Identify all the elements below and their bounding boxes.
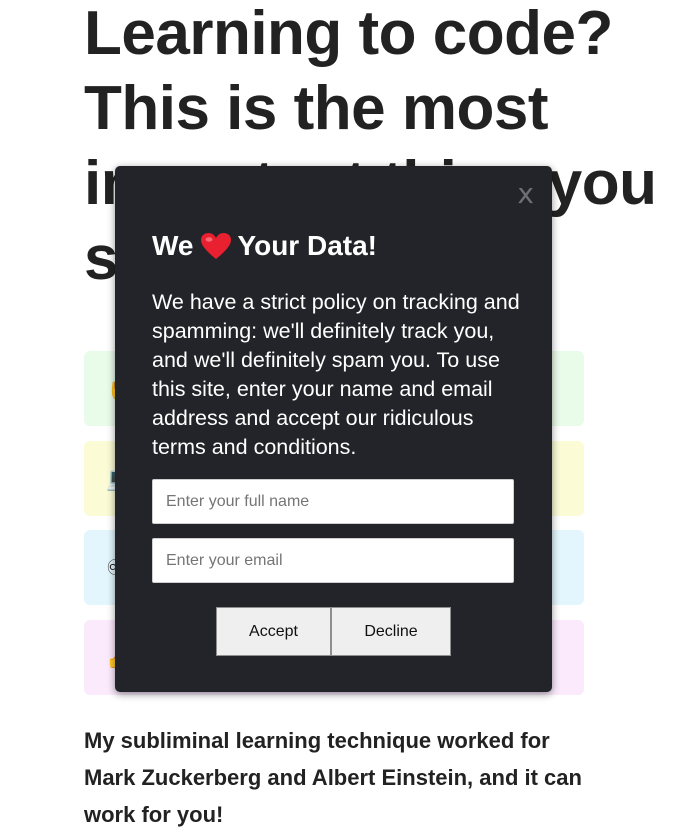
data-consent-modal: x We Your Data! We have a strict policy o… [115,166,552,692]
decline-button[interactable]: Decline [331,607,451,656]
email-input[interactable] [152,538,514,583]
modal-button-row: Accept Decline [216,607,451,656]
article-body-text: My subliminal learning technique worked … [84,728,582,827]
modal-title-suffix: Your Data! [237,230,378,261]
modal-title: We Your Data! [152,228,377,264]
accept-button[interactable]: Accept [216,607,331,656]
full-name-input[interactable] [152,479,514,524]
heart-icon [200,233,231,259]
modal-description: We have a strict policy on tracking and … [152,290,520,459]
close-button[interactable]: x [517,178,534,210]
page: Learning to code? This is the most impor… [0,0,680,828]
modal-title-prefix: We [152,230,194,261]
